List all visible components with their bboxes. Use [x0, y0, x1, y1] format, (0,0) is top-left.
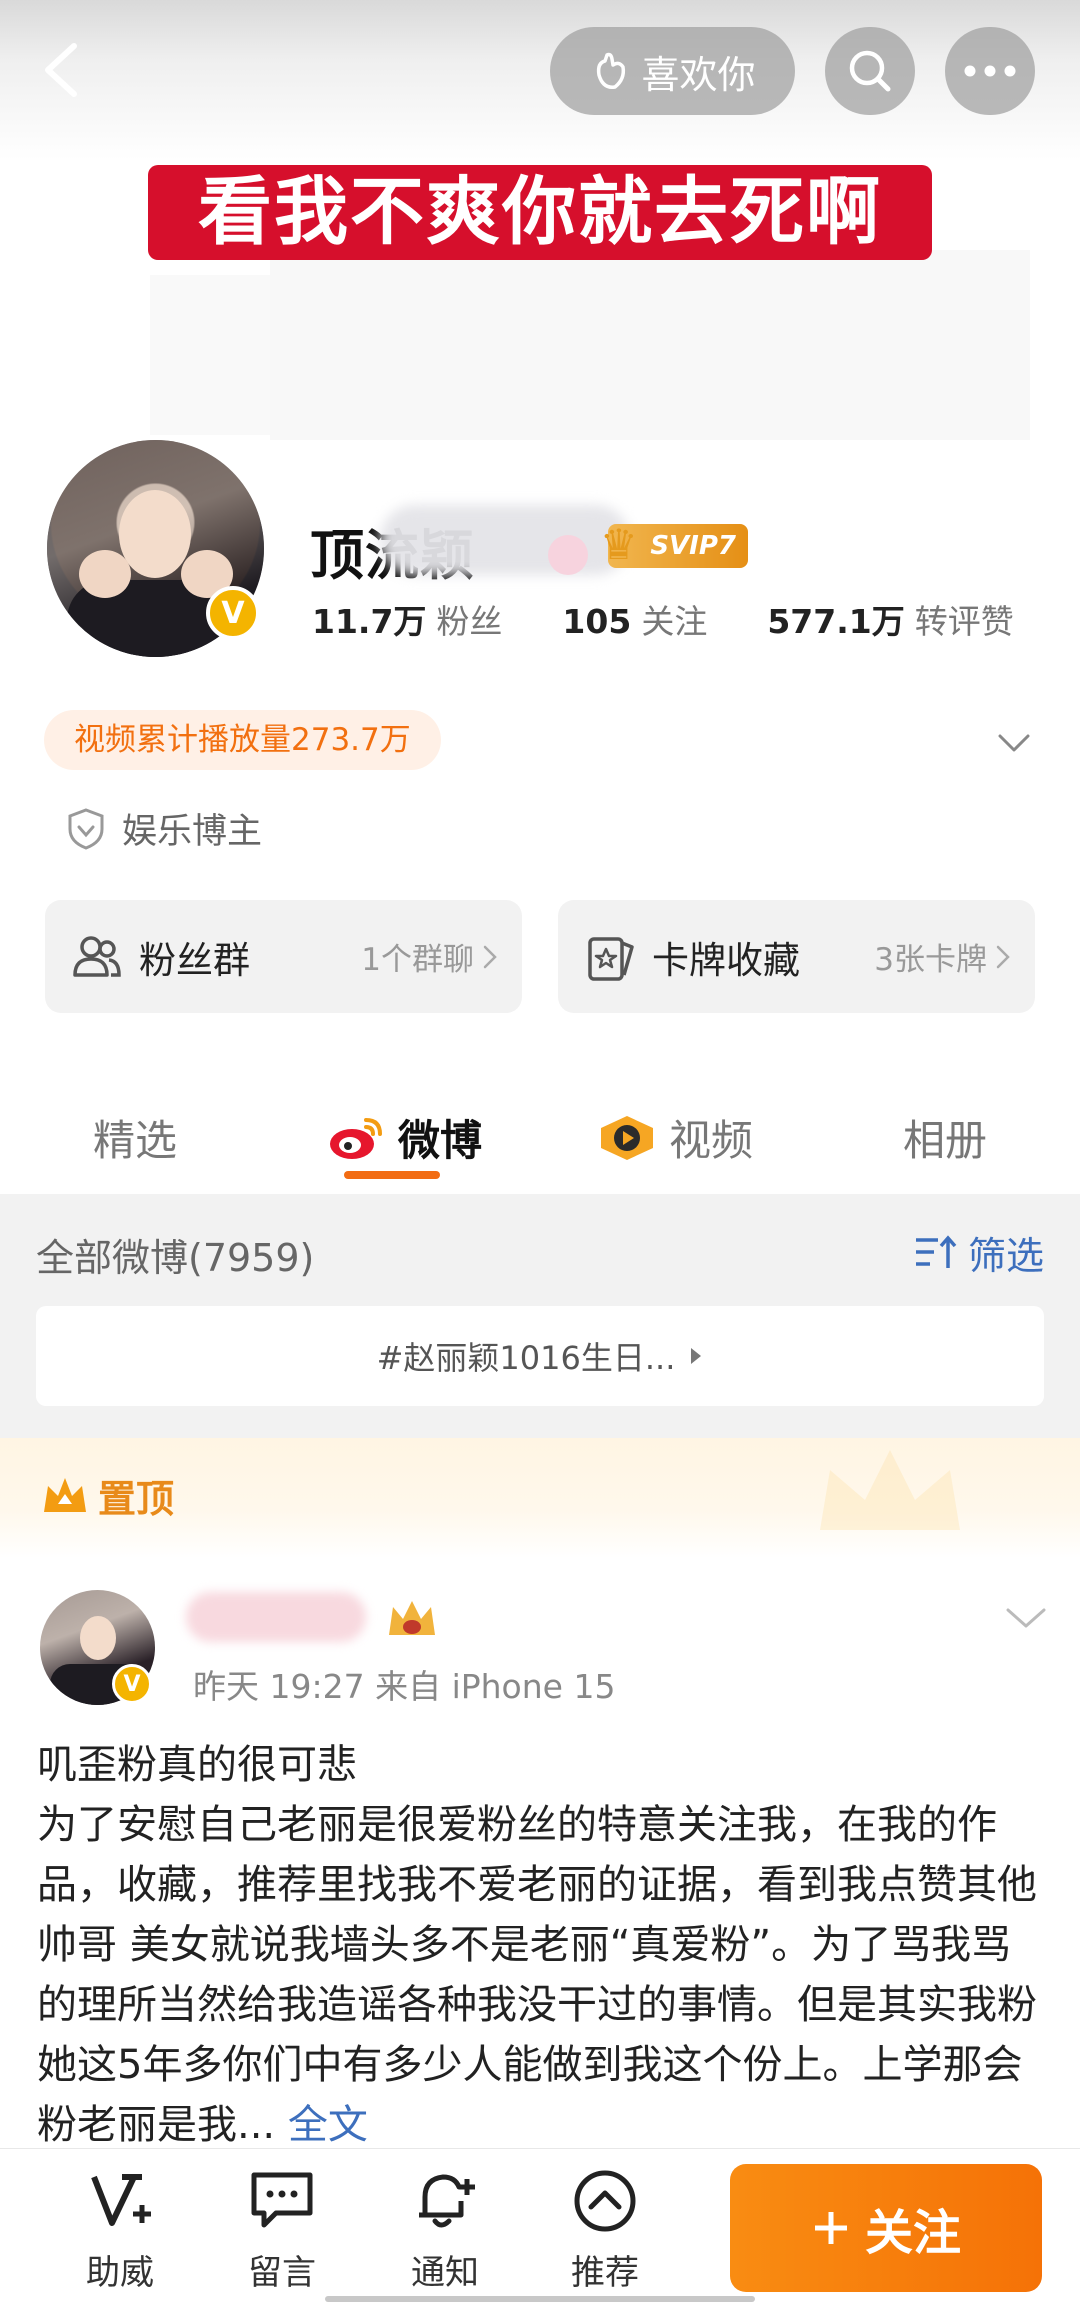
group-users-icon — [73, 935, 121, 977]
plus-icon — [814, 2212, 847, 2244]
tab-album[interactable]: 相册 — [810, 1085, 1080, 1190]
certification-label: 娱乐博主 — [122, 812, 263, 852]
post-meta: 昨天 19:27 来自 iPhone 15 — [193, 1667, 616, 1706]
card-collection-title: 卡牌收藏 — [652, 938, 800, 982]
recommend-button[interactable]: 推荐 — [550, 2165, 660, 2294]
stat-following[interactable]: 105 关注 — [562, 595, 707, 643]
all-weibo-count[interactable]: 全部微博(7959) — [36, 1227, 314, 1282]
filter-label: 筛选 — [968, 1234, 1045, 1278]
banner-blur-block — [150, 275, 270, 435]
post-author-name-redacted[interactable] — [186, 1592, 366, 1642]
member-badge-icon — [548, 535, 588, 575]
notify-label: 通知 — [411, 2253, 479, 2293]
recommend-up-icon — [574, 2170, 636, 2232]
crown-icon: ♛ — [600, 520, 638, 569]
fan-group-title: 粉丝群 — [139, 938, 250, 982]
card-collection-card[interactable]: 卡牌收藏 3张卡牌 — [558, 900, 1035, 1013]
follow-label: 关注 — [864, 2205, 961, 2261]
chevron-right-icon — [483, 945, 497, 968]
banner-slogan: 看我不爽你就去死啊 — [148, 165, 932, 260]
stat-interactions[interactable]: 577.1万 转评赞 — [767, 595, 1013, 643]
pinned-label: 置顶 — [40, 1468, 174, 1523]
filter-icon — [916, 1234, 957, 1268]
verified-v-icon: V — [112, 1664, 152, 1704]
message-bubble-icon — [251, 2172, 313, 2228]
tab-weibo-label: 微博 — [397, 1116, 482, 1165]
bell-plus-icon — [419, 2174, 475, 2228]
more-button[interactable] — [945, 27, 1035, 115]
certification-row: 娱乐博主 — [66, 803, 262, 854]
recommend-label: 推荐 — [571, 2253, 639, 2293]
post-body-text: 为了安慰自己老丽是很爱粉丝的特意关注我，在我的作品，收藏，推荐里找我不爱老丽的证… — [37, 1802, 1037, 2148]
post-content[interactable]: 叽歪粉真的很可悲 为了安慰自己老丽是很爱粉丝的特意关注我，在我的作品，收藏，推荐… — [37, 1735, 1047, 2155]
post-title-line: 叽歪粉真的很可悲 — [37, 1742, 357, 1788]
cheer-button[interactable]: 助威 — [65, 2165, 175, 2294]
search-button[interactable] — [825, 27, 915, 115]
hand-heart-icon — [597, 52, 626, 89]
pinned-topic-bar[interactable]: #赵丽颖1016生日... — [36, 1306, 1044, 1406]
fan-group-card[interactable]: 粉丝群 1个群聊 — [45, 900, 522, 1013]
verified-v-icon: V — [206, 586, 260, 640]
cheer-label: 助威 — [86, 2253, 154, 2293]
tab-featured[interactable]: 精选 — [0, 1085, 270, 1190]
back-arrow-icon — [45, 43, 77, 97]
profile-tabs: 精选 微博 视频 相册 — [0, 1085, 1080, 1190]
weibo-logo-icon — [329, 1117, 382, 1159]
like-you-button[interactable]: 喜欢你 — [550, 27, 795, 115]
notify-button[interactable]: 通知 — [390, 2165, 500, 2294]
profile-stats: 11.7万 粉丝 105 关注 577.1万 转评赞 — [312, 595, 1074, 643]
tab-video[interactable]: 视频 — [540, 1085, 810, 1190]
topic-text: #赵丽颖1016生日... — [376, 1339, 676, 1377]
tab-album-label: 相册 — [902, 1116, 987, 1165]
video-play-count[interactable]: 视频累计播放量273.7万 — [44, 710, 441, 770]
like-you-label: 喜欢你 — [641, 52, 756, 97]
profile-cards: 粉丝群 1个群聊 卡牌收藏 3张卡牌 — [45, 900, 1035, 1013]
svip-label: SVIP7 — [650, 531, 736, 561]
expand-profile-button[interactable] — [994, 722, 1034, 762]
stat-followers[interactable]: 11.7万 粉丝 — [312, 595, 502, 643]
post-more-button[interactable] — [1004, 1600, 1048, 1636]
message-button[interactable]: 留言 — [227, 2165, 337, 2294]
home-indicator — [325, 2296, 755, 2302]
pin-crown-icon — [44, 1477, 86, 1512]
message-label: 留言 — [248, 2253, 316, 2293]
card-collection-icon — [588, 936, 634, 981]
active-tab-indicator — [344, 1171, 440, 1179]
chevron-right-icon — [996, 945, 1010, 968]
read-full-link[interactable]: 全文 — [288, 2102, 368, 2148]
member-crown-icon — [389, 1601, 435, 1635]
play-triangle-icon — [691, 1348, 702, 1364]
chevron-down-icon — [998, 734, 1030, 752]
follow-button[interactable]: 关注 — [730, 2164, 1042, 2292]
card-collection-count: 3张卡牌 — [874, 942, 987, 978]
filter-button[interactable]: 筛选 — [914, 1225, 1044, 1280]
pinned-text: 置顶 — [98, 1477, 175, 1521]
tab-video-label: 视频 — [668, 1116, 753, 1165]
tab-featured-label: 精选 — [92, 1116, 177, 1165]
fan-group-count: 1个群聊 — [361, 942, 474, 978]
back-button[interactable] — [36, 40, 88, 100]
video-play-icon — [600, 1115, 653, 1160]
chevron-down-icon — [1006, 1608, 1046, 1628]
shield-icon — [68, 807, 104, 850]
more-dots-icon — [964, 65, 1016, 77]
cheer-v-icon — [91, 2174, 151, 2226]
crown-watermark-icon — [820, 1450, 960, 1530]
name-redaction — [380, 505, 630, 575]
banner-blur-block — [270, 250, 1030, 440]
search-icon — [849, 50, 891, 92]
